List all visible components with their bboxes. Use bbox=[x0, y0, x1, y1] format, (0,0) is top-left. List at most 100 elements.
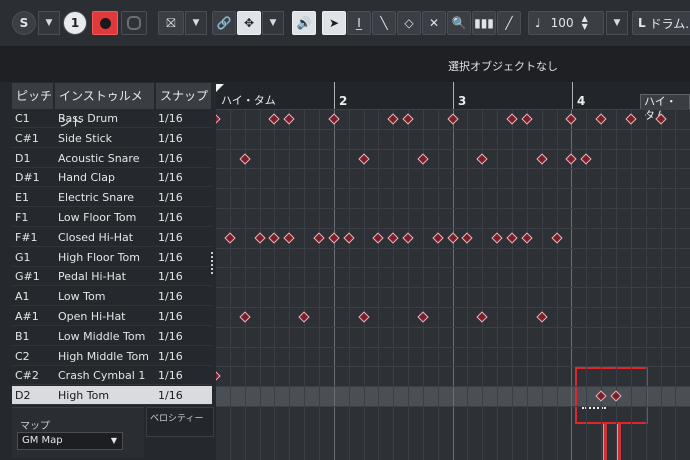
drum-row[interactable]: E1 Electric Snare 1/16 bbox=[12, 188, 212, 208]
velocity-bar[interactable] bbox=[617, 424, 621, 460]
quantize-value: 100 bbox=[550, 16, 574, 30]
drum-note[interactable] bbox=[506, 113, 518, 125]
drum-row[interactable]: A1 Low Tom 1/16 bbox=[12, 287, 212, 307]
drum-note[interactable] bbox=[432, 232, 444, 244]
drum-row[interactable]: D2 High Tom 1/16 bbox=[12, 386, 212, 406]
pitch-header[interactable]: ピッチ bbox=[12, 83, 54, 109]
drum-note[interactable] bbox=[506, 232, 518, 244]
object-select-tool[interactable]: ➤ bbox=[322, 11, 346, 35]
drum-note[interactable] bbox=[387, 113, 399, 125]
drum-note[interactable] bbox=[224, 232, 236, 244]
map-panel: マップ GM Map ▼ bbox=[12, 407, 144, 458]
drum-row[interactable]: G#1 Pedal Hi-Hat 1/16 bbox=[12, 267, 212, 287]
drum-note[interactable] bbox=[417, 311, 429, 323]
drum-note[interactable] bbox=[536, 311, 548, 323]
drum-row[interactable]: A#1 Open Hi-Hat 1/16 bbox=[12, 307, 212, 326]
pitch-cell: A#1 bbox=[15, 310, 39, 323]
drum-note[interactable] bbox=[402, 232, 414, 244]
drum-note[interactable] bbox=[254, 232, 266, 244]
snap-header[interactable]: スナップ bbox=[156, 83, 212, 109]
glue-tool[interactable]: ▮▮▮ bbox=[472, 11, 496, 35]
drum-note[interactable] bbox=[565, 113, 577, 125]
drum-note[interactable] bbox=[387, 232, 399, 244]
range-select-tool[interactable]: I̲ bbox=[347, 11, 371, 35]
drum-note[interactable] bbox=[595, 113, 607, 125]
velocity-lane-selector[interactable]: ベロシティー bbox=[146, 407, 214, 437]
drum-note[interactable] bbox=[239, 153, 251, 165]
drum-note[interactable] bbox=[358, 311, 370, 323]
cross-icon: ✕ bbox=[428, 16, 440, 30]
grid-line bbox=[334, 109, 335, 460]
quantize-field[interactable]: ♩ 100 ▲ ▼ bbox=[528, 11, 604, 35]
lane-line bbox=[216, 267, 690, 268]
snap-dropdown-arrow[interactable]: ▼ bbox=[262, 11, 284, 35]
monitor-button[interactable] bbox=[121, 11, 147, 35]
drum-row[interactable]: C#1 Side Stick 1/16 bbox=[12, 129, 212, 148]
drum-note[interactable] bbox=[476, 311, 488, 323]
drum-note[interactable] bbox=[536, 153, 548, 165]
drum-note[interactable] bbox=[491, 232, 503, 244]
chevron-down-icon: ▼ bbox=[110, 436, 117, 445]
snap-icon: ✥ bbox=[243, 16, 255, 30]
line-tool[interactable]: ╱ bbox=[497, 11, 521, 35]
instrument-header[interactable]: インストゥルメント bbox=[55, 83, 155, 129]
drum-note[interactable] bbox=[268, 113, 280, 125]
length-quantize-field[interactable]: L ドラム. bbox=[632, 11, 690, 35]
auto-scroll-button[interactable]: ⛝ bbox=[158, 11, 184, 35]
step-input-button[interactable]: 1 bbox=[63, 11, 87, 35]
drum-note[interactable] bbox=[447, 232, 459, 244]
map-select[interactable]: GM Map ▼ bbox=[17, 432, 123, 450]
drum-note[interactable] bbox=[239, 311, 251, 323]
erase-tool[interactable]: ◇ bbox=[397, 11, 421, 35]
drum-note[interactable] bbox=[521, 232, 533, 244]
drum-note[interactable] bbox=[402, 113, 414, 125]
drum-note[interactable] bbox=[580, 153, 592, 165]
drum-note[interactable] bbox=[565, 153, 577, 165]
auto-scroll-dropdown-arrow[interactable]: ▼ bbox=[185, 11, 207, 35]
snap-button[interactable]: ✥ bbox=[237, 11, 261, 35]
drum-note[interactable] bbox=[417, 153, 429, 165]
solo-dropdown-arrow[interactable]: ▼ bbox=[38, 11, 60, 35]
drum-note[interactable] bbox=[461, 232, 473, 244]
drum-note[interactable] bbox=[551, 232, 563, 244]
grid-line bbox=[274, 109, 275, 460]
drumstick-tool[interactable]: ╲ bbox=[372, 11, 396, 35]
drum-grid[interactable]: 2 3 4 ハイ・タム ハイ・タム bbox=[216, 82, 690, 460]
drum-row[interactable]: F1 Low Floor Tom 1/16 bbox=[12, 208, 212, 227]
drum-note[interactable] bbox=[283, 232, 295, 244]
ruler[interactable]: 2 3 4 ハイ・タム ハイ・タム bbox=[216, 82, 690, 122]
drum-note[interactable] bbox=[476, 153, 488, 165]
solo-button[interactable]: S bbox=[12, 11, 36, 35]
drum-note[interactable] bbox=[343, 232, 355, 244]
quantize-dropdown-arrow[interactable]: ▼ bbox=[606, 11, 628, 35]
drum-note[interactable] bbox=[447, 113, 459, 125]
drum-note[interactable] bbox=[328, 113, 340, 125]
zoom-tool[interactable]: 🔍 bbox=[447, 11, 471, 35]
velocity-bar[interactable] bbox=[603, 424, 607, 460]
drum-row[interactable]: C2 High Middle Tom 1/16 bbox=[12, 347, 212, 366]
drum-note[interactable] bbox=[625, 113, 637, 125]
drum-note[interactable] bbox=[216, 370, 221, 382]
drum-note[interactable] bbox=[328, 232, 340, 244]
drum-note[interactable] bbox=[358, 153, 370, 165]
drum-row[interactable]: D#1 Hand Clap 1/16 bbox=[12, 168, 212, 188]
mute-tool[interactable]: ✕ bbox=[422, 11, 446, 35]
speaker-button[interactable]: 🔊 bbox=[292, 11, 316, 35]
drum-row[interactable]: F#1 Closed Hi-Hat 1/16 bbox=[12, 228, 212, 247]
drum-note[interactable] bbox=[313, 232, 325, 244]
drum-note[interactable] bbox=[216, 113, 221, 125]
drum-row[interactable]: C#2 Crash Cymbal 1 1/16 bbox=[12, 366, 212, 386]
drum-note[interactable] bbox=[372, 232, 384, 244]
link-button[interactable]: 🔗 bbox=[212, 11, 236, 35]
drum-note[interactable] bbox=[521, 113, 533, 125]
cycle-marker-left[interactable]: ハイ・タム bbox=[218, 94, 279, 108]
drum-note[interactable] bbox=[283, 113, 295, 125]
drum-row[interactable]: G1 High Floor Tom 1/16 bbox=[12, 248, 212, 267]
drum-row[interactable]: B1 Low Middle Tom 1/16 bbox=[12, 327, 212, 346]
drum-note[interactable] bbox=[298, 311, 310, 323]
record-button[interactable] bbox=[92, 11, 118, 35]
cycle-marker-right[interactable]: ハイ・タム bbox=[640, 94, 690, 122]
drum-note[interactable] bbox=[268, 232, 280, 244]
drum-row[interactable]: D1 Acoustic Snare 1/16 bbox=[12, 149, 212, 168]
drum-row[interactable]: C1 Bass Drum 1/16 bbox=[12, 109, 212, 128]
